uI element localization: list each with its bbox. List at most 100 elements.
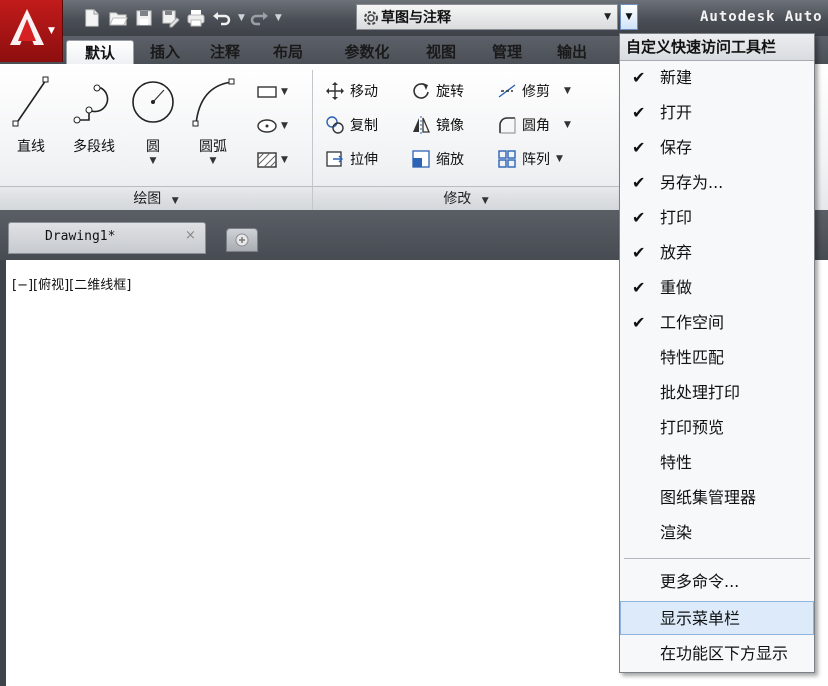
menu-header: 自定义快速访问工具栏 [620,34,814,61]
workspace-name: 草图与注释 [381,10,451,26]
menu-item-plot-preview[interactable]: 打印预览 [620,411,814,445]
menu-item-more-commands[interactable]: 更多命令... [620,565,814,599]
customize-qat-button[interactable]: ▼ [620,4,638,30]
menu-item-label: 渲染 [660,523,693,542]
stretch-label: 拉伸 [350,152,378,168]
menu-item-redo[interactable]: ✔ 重做 [620,271,814,305]
mirror-label: 镜像 [436,118,464,134]
application-menu-button[interactable]: ▼ [0,0,63,62]
ellipse-tool-button[interactable]: ▼ [252,112,292,140]
title-bar: ▼ ▼ ▼ 草图与注释 ▼ ▼ Autodesk Auto [0,0,828,62]
document-tab[interactable]: Drawing1* × [8,222,206,254]
menu-item-sheet-set-manager[interactable]: 图纸集管理器 [620,481,814,515]
close-icon[interactable]: × [185,228,196,243]
menu-item-print[interactable]: ✔ 打印 [620,201,814,235]
undo-dropdown-icon[interactable]: ▼ [238,13,245,23]
polyline-tool-button[interactable]: 多段线 [64,72,124,156]
redo-dropdown-icon[interactable]: ▼ [275,13,282,23]
menu-item-workspace[interactable]: ✔ 工作空间 [620,306,814,340]
tab-output[interactable]: 输出 [548,40,596,64]
new-file-button[interactable] [80,6,104,30]
menu-item-label: 特性匹配 [660,348,725,367]
hatch-tool-button[interactable]: ▼ [252,146,292,174]
menu-item-save-as[interactable]: ✔ 另存为... [620,166,814,200]
tab-insert[interactable]: 插入 [140,40,190,64]
new-drawing-tab-button[interactable] [226,228,258,252]
tab-parametric[interactable]: 参数化 [335,40,399,64]
trim-tool-button[interactable]: 修剪 ▼ [496,78,571,104]
menu-item-show-menubar[interactable]: 显示菜单栏 [620,601,814,635]
stretch-tool-button[interactable]: 拉伸 [324,146,378,172]
circle-tool-button[interactable]: 圆 ▼ [128,72,178,166]
menu-item-label: 更多命令... [660,572,740,591]
array-tool-button[interactable]: 阵列 ▼ [496,146,563,172]
tab-manage[interactable]: 管理 [484,40,530,64]
menu-item-new[interactable]: ✔ 新建 [620,61,814,95]
tab-view[interactable]: 视图 [418,40,464,64]
trim-label: 修剪 [522,84,550,100]
menu-item-undo[interactable]: ✔ 放弃 [620,236,814,270]
menu-item-label: 工作空间 [660,313,725,332]
chevron-down-icon[interactable]: ▼ [186,156,240,166]
tab-default[interactable]: 默认 [66,40,134,64]
print-button[interactable] [184,6,208,30]
chevron-down-icon: ▼ [481,196,489,206]
draw-panel-title[interactable]: 绘图 ▼ [0,186,312,210]
rotate-icon [413,83,429,99]
chevron-down-icon: ▼ [281,121,288,131]
copy-tool-button[interactable]: 复制 [324,112,378,138]
save-as-button[interactable] [158,6,182,30]
rotate-tool-button[interactable]: 旋转 [410,78,464,104]
chevron-down-icon[interactable]: ▼ [556,154,563,164]
menu-item-properties[interactable]: 特性 [620,446,814,480]
app-title: Autodesk Auto [700,9,823,25]
menu-item-label: 在功能区下方显示 [660,644,789,663]
chevron-down-icon[interactable]: ▼ [128,156,178,166]
tab-annotate[interactable]: 注释 [200,40,250,64]
viewport-controls[interactable]: [−][俯视][二维线框] [12,274,131,293]
save-button[interactable] [132,6,156,30]
plus-icon [235,233,249,247]
scale-icon [412,150,430,168]
move-tool-button[interactable]: 移动 [324,78,378,104]
checkmark-icon: ✔ [632,208,646,227]
arc-icon [192,78,235,127]
fillet-tool-button[interactable]: 圆角 ▼ [496,112,571,138]
mirror-tool-button[interactable]: 镜像 [410,112,464,138]
workspace-selector[interactable]: 草图与注释 ▼ [356,4,618,30]
chevron-down-icon: ▼ [604,12,611,22]
menu-item-label: 打开 [660,103,693,122]
chevron-down-icon[interactable]: ▼ [564,86,571,96]
menu-item-render[interactable]: 渲染 [620,516,814,550]
scale-tool-button[interactable]: 缩放 [410,146,464,172]
tab-layout[interactable]: 布局 [263,40,313,64]
save-as-icon [162,10,180,28]
undo-icon [213,12,231,26]
modify-panel-title[interactable]: 修改 ▼ [313,186,619,210]
move-icon [326,82,344,100]
menu-item-match-properties[interactable]: 特性匹配 [620,341,814,375]
open-file-button[interactable] [106,6,130,30]
redo-button[interactable] [247,6,271,30]
line-tool-button[interactable]: 直线 [6,72,56,156]
checkmark-icon: ✔ [632,313,646,332]
arc-tool-button[interactable]: 圆弧 ▼ [186,72,240,166]
array-icon [498,150,516,168]
menu-item-label: 放弃 [660,243,693,262]
fillet-icon [499,117,516,134]
customize-qat-menu: 自定义快速访问工具栏 ✔ 新建 ✔ 打开 ✔ 保存 ✔ 另存为... ✔ 打印 … [619,33,815,673]
menu-item-batch-plot[interactable]: 批处理打印 [620,376,814,410]
menu-item-save[interactable]: ✔ 保存 [620,131,814,165]
menu-item-open[interactable]: ✔ 打开 [620,96,814,130]
fillet-label: 圆角 [522,118,550,134]
line-tool-label: 直线 [17,139,45,155]
checkmark-icon: ✔ [632,68,646,87]
copy-label: 复制 [350,118,378,134]
undo-button[interactable] [210,6,234,30]
menu-item-show-below-ribbon[interactable]: 在功能区下方显示 [620,637,814,671]
new-file-icon [85,9,99,27]
chevron-down-icon: ▼ [625,12,633,22]
chevron-down-icon[interactable]: ▼ [564,120,571,130]
ellipse-icon [257,119,277,133]
rectangle-tool-button[interactable]: ▼ [252,78,292,106]
